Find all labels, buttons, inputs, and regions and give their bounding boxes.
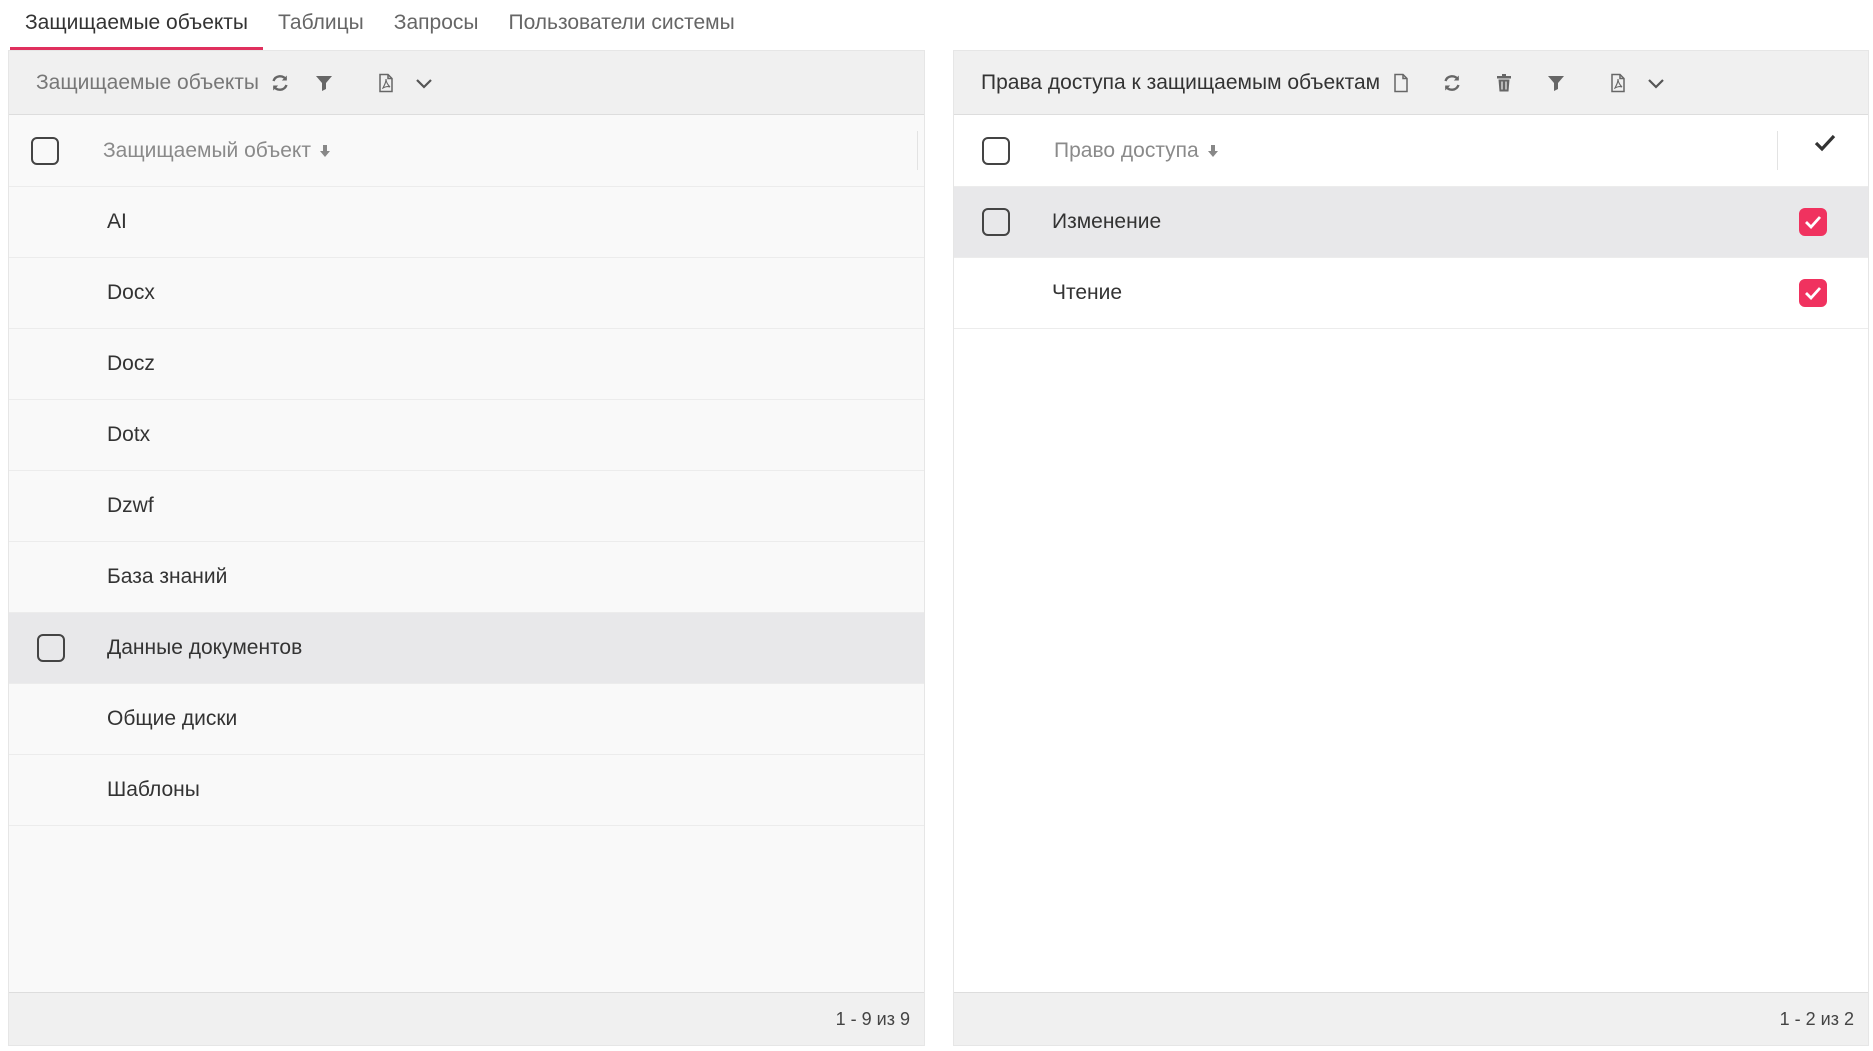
left-table-header: Защищаемый объект — [9, 115, 924, 187]
protected-objects-panel: Защищаемые объекты Защищаемый объект AI … — [8, 50, 925, 1046]
row-label: Данные документов — [107, 636, 303, 659]
table-row[interactable]: Шаблоны — [9, 755, 924, 826]
tab-protected-objects[interactable]: Защищаемые объекты — [10, 0, 264, 50]
refresh-icon[interactable] — [1441, 72, 1463, 94]
row-label: База знаний — [107, 565, 228, 588]
table-row[interactable]: Docz — [9, 329, 924, 400]
right-table-header: Право доступа — [954, 115, 1868, 187]
pdf-export-icon[interactable] — [1607, 72, 1629, 94]
column-header-label: Защищаемый объект — [103, 138, 311, 162]
filter-icon[interactable] — [313, 72, 335, 94]
pdf-export-icon[interactable] — [375, 72, 397, 94]
access-checkbox[interactable] — [1799, 279, 1827, 307]
select-all-checkbox[interactable] — [982, 136, 1010, 165]
check-icon — [1805, 287, 1822, 300]
column-header-access-right[interactable]: Право доступа — [1054, 139, 1219, 163]
pagination-info: 1 - 9 из 9 — [835, 1008, 910, 1029]
row-label: AI — [107, 210, 127, 233]
table-row[interactable]: AI — [9, 187, 924, 258]
table-row[interactable]: Dzwf — [9, 471, 924, 542]
chevron-down-icon[interactable] — [1645, 72, 1667, 94]
trash-icon[interactable] — [1493, 72, 1515, 94]
right-table-body: Изменение Чтение — [954, 187, 1868, 329]
check-icon — [1805, 216, 1822, 229]
right-pagination: 1 - 2 из 2 — [954, 992, 1868, 1045]
chevron-down-icon[interactable] — [413, 72, 435, 94]
tab-bar: Защищаемые объекты Таблицы Запросы Польз… — [10, 0, 750, 50]
row-label: Шаблоны — [107, 778, 200, 801]
row-label: Docx — [107, 281, 155, 304]
tab-queries[interactable]: Запросы — [379, 0, 494, 50]
column-header-protected-object[interactable]: Защищаемый объект — [103, 139, 331, 163]
row-label: Dzwf — [107, 494, 154, 517]
column-header-label: Право доступа — [1054, 138, 1199, 162]
left-pagination: 1 - 9 из 9 — [9, 992, 924, 1045]
row-label: Чтение — [1052, 281, 1123, 304]
left-toolbar: Защищаемые объекты — [9, 51, 924, 115]
table-row[interactable]: Чтение — [954, 258, 1868, 329]
row-checkbox[interactable] — [37, 634, 65, 662]
filter-icon[interactable] — [1545, 72, 1567, 94]
checkmark-icon — [1814, 133, 1836, 158]
tab-tables[interactable]: Таблицы — [263, 0, 379, 50]
row-label: Dotx — [107, 423, 151, 446]
left-panel-title: Защищаемые объекты — [36, 70, 260, 94]
sort-down-icon — [1207, 144, 1219, 158]
table-row[interactable]: Общие диски — [9, 684, 924, 755]
select-all-checkbox[interactable] — [31, 136, 59, 165]
access-checkbox[interactable] — [1799, 208, 1827, 236]
sort-down-icon — [319, 144, 331, 158]
row-label: Docz — [107, 352, 155, 375]
table-row[interactable]: Dotx — [9, 400, 924, 471]
table-row[interactable]: База знаний — [9, 542, 924, 613]
pagination-info: 1 - 2 из 2 — [1779, 1008, 1854, 1029]
row-label: Изменение — [1052, 210, 1162, 233]
left-table-body: AI Docx Docz Dotx Dzwf База знаний Данны… — [9, 187, 924, 826]
table-row[interactable]: Docx — [9, 258, 924, 329]
row-label: Общие диски — [107, 707, 238, 730]
tab-system-users[interactable]: Пользователи системы — [493, 0, 749, 50]
refresh-icon[interactable] — [269, 72, 291, 94]
right-panel-title: Права доступа к защищаемым объектам — [981, 70, 1381, 94]
column-divider — [1777, 131, 1778, 170]
access-rights-panel: Права доступа к защищаемым объектам Прав… — [953, 50, 1869, 1046]
table-row[interactable]: Изменение — [954, 187, 1868, 258]
right-toolbar: Права доступа к защищаемым объектам — [954, 51, 1868, 115]
column-divider — [917, 131, 918, 170]
table-row[interactable]: Данные документов — [9, 613, 924, 684]
row-checkbox[interactable] — [982, 208, 1010, 236]
new-document-icon[interactable] — [1390, 72, 1412, 94]
